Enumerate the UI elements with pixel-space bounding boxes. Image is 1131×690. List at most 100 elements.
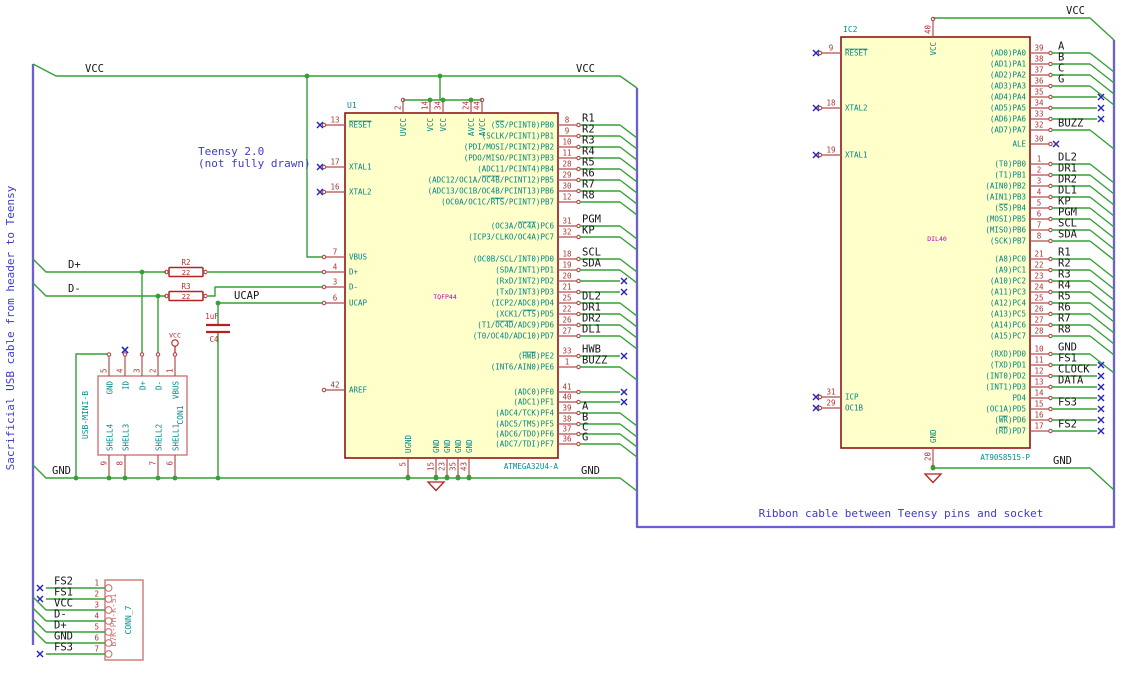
pin-circle[interactable] <box>104 639 113 647</box>
capacitor-value[interactable]: 1uF <box>205 312 219 321</box>
pin-name[interactable]: (ADC6/TDO)PF6 <box>495 430 554 439</box>
pin-number[interactable]: 36 <box>562 435 572 444</box>
no-connect-icon[interactable] <box>1097 383 1105 391</box>
pin-number[interactable]: 18 <box>562 250 572 259</box>
pin-name[interactable]: VBUS <box>349 253 368 262</box>
pin-number[interactable]: 32 <box>562 228 571 237</box>
pin-name[interactable]: ICP <box>845 393 859 402</box>
bus-entry[interactable] <box>1089 269 1115 290</box>
no-connect-icon[interactable] <box>620 398 628 406</box>
pin-circle[interactable] <box>104 628 113 636</box>
no-connect-icon[interactable] <box>1097 416 1105 424</box>
pin-end[interactable] <box>139 352 145 357</box>
pin-end[interactable] <box>1048 105 1053 111</box>
resistor-r3[interactable]: R322 <box>164 282 208 302</box>
pin-name[interactable]: (A9)PC1 <box>994 266 1026 275</box>
ground-symbol-icon[interactable] <box>923 473 943 484</box>
pin-number[interactable]: 2 <box>94 590 99 599</box>
bus-entry[interactable] <box>1089 174 1115 195</box>
pin-end[interactable] <box>1048 428 1053 434</box>
no-connect-icon[interactable] <box>620 288 628 296</box>
bus-entry[interactable] <box>1089 258 1115 279</box>
pin-end[interactable] <box>576 267 581 273</box>
pin-end[interactable] <box>164 269 169 275</box>
pin-name[interactable]: (AD3)PA3 <box>990 82 1026 91</box>
pin-name[interactable]: (PDI/MOSI/PCINT2)PB2 <box>464 143 554 152</box>
pin-end[interactable] <box>164 293 169 299</box>
pin-name[interactable]: (AIN1)PB3 <box>985 193 1026 202</box>
bus-entry[interactable] <box>619 168 638 183</box>
pin-name[interactable]: (SCLK/PCINT1)PB1 <box>482 132 554 141</box>
ic-ic2-at90s8515-value[interactable]: DIL40 <box>927 235 947 243</box>
pin-end[interactable] <box>1048 116 1053 122</box>
pin-name[interactable]: (ADC11/PCINT4)PB4 <box>477 165 554 174</box>
pin-number[interactable]: 39 <box>1034 44 1043 53</box>
bus-entry[interactable] <box>619 190 638 205</box>
bus-entry[interactable] <box>1089 335 1115 356</box>
pin-number[interactable]: 6 <box>1037 210 1042 219</box>
pin-end[interactable] <box>817 105 823 111</box>
conn7-reference[interactable]: CONN_7 <box>124 605 133 634</box>
pin-end[interactable] <box>1048 205 1053 211</box>
pin-name[interactable]: (SDA/INT1)PD1 <box>495 266 554 275</box>
pin-number[interactable]: 5 <box>399 462 408 467</box>
pin-number[interactable]: 23 <box>438 462 447 471</box>
pin-end[interactable] <box>106 352 112 357</box>
pin-end[interactable] <box>576 364 581 370</box>
pin-number[interactable]: 12 <box>562 193 571 202</box>
pin-name[interactable]: GND <box>443 439 452 453</box>
pin-name[interactable]: (OC1A)PD5 <box>985 405 1026 414</box>
net-label-SDA[interactable]: SDA <box>582 258 602 270</box>
pin-end[interactable] <box>1048 161 1053 167</box>
pin-name[interactable]: (INT6/AIN0)PE6 <box>491 363 555 372</box>
bus-entry[interactable] <box>1089 196 1115 217</box>
pin-number[interactable]: 13 <box>1034 378 1043 387</box>
pin-end[interactable] <box>1048 373 1053 379</box>
pin-number[interactable]: 11 <box>1034 356 1043 365</box>
pin-end[interactable] <box>321 387 327 393</box>
pin-name[interactable]: XTAL1 <box>845 151 868 160</box>
no-connect-icon[interactable] <box>1097 115 1105 123</box>
bus-entry[interactable] <box>619 443 638 458</box>
pin-end[interactable] <box>576 133 581 139</box>
pin-end[interactable] <box>576 223 581 229</box>
pin-number[interactable]: 36 <box>1034 77 1044 86</box>
no-connect-icon[interactable] <box>620 388 628 396</box>
pin-end[interactable] <box>1048 94 1053 100</box>
pin-number[interactable]: 15 <box>427 462 436 471</box>
no-connect-icon[interactable] <box>1097 427 1105 435</box>
pin-name[interactable]: (AD0)PA0 <box>990 49 1027 58</box>
pin-number[interactable]: 1 <box>565 358 570 367</box>
pin-number[interactable]: 33 <box>562 347 571 356</box>
pin-end[interactable] <box>576 333 581 339</box>
pin-name[interactable]: (ICP2/ADC8)PD4 <box>491 299 555 308</box>
pin-name[interactable]: VCC <box>439 118 448 132</box>
pin-end[interactable] <box>576 353 581 359</box>
pin-number[interactable]: 22 <box>562 305 571 314</box>
pin-name[interactable]: GND <box>929 429 938 443</box>
net-label-SDA[interactable]: SDA <box>1058 229 1078 241</box>
pin-number[interactable]: 29 <box>562 171 571 180</box>
pin-name[interactable]: UCAP <box>349 299 368 308</box>
pin-name[interactable]: (TXD)PD1 <box>990 361 1026 370</box>
pin-name[interactable]: AVCC <box>478 118 487 136</box>
pin-number[interactable]: 31 <box>562 217 571 226</box>
pin-name[interactable]: D+ <box>349 268 359 277</box>
pin-end[interactable] <box>1048 384 1053 390</box>
pin-end[interactable] <box>172 352 178 357</box>
no-connect-icon[interactable] <box>1097 394 1105 402</box>
pin-name[interactable]: (WR)PD6 <box>994 416 1026 425</box>
pin-end[interactable] <box>576 389 581 395</box>
pin-number[interactable]: 8 <box>1037 232 1042 241</box>
bus-entry[interactable] <box>1089 240 1115 261</box>
bus-entry[interactable] <box>32 607 47 622</box>
pin-number[interactable]: 3 <box>1037 177 1042 186</box>
pin-end[interactable] <box>321 164 327 170</box>
pin-number[interactable]: 19 <box>562 261 571 270</box>
pin-name[interactable]: (A14)PC6 <box>990 321 1027 330</box>
pin-end[interactable] <box>576 188 581 194</box>
net-label-DL1[interactable]: DL1 <box>582 324 601 336</box>
bus-entry[interactable] <box>619 335 638 350</box>
pin-circle[interactable] <box>104 650 113 658</box>
pin-name[interactable]: GND <box>432 439 441 453</box>
